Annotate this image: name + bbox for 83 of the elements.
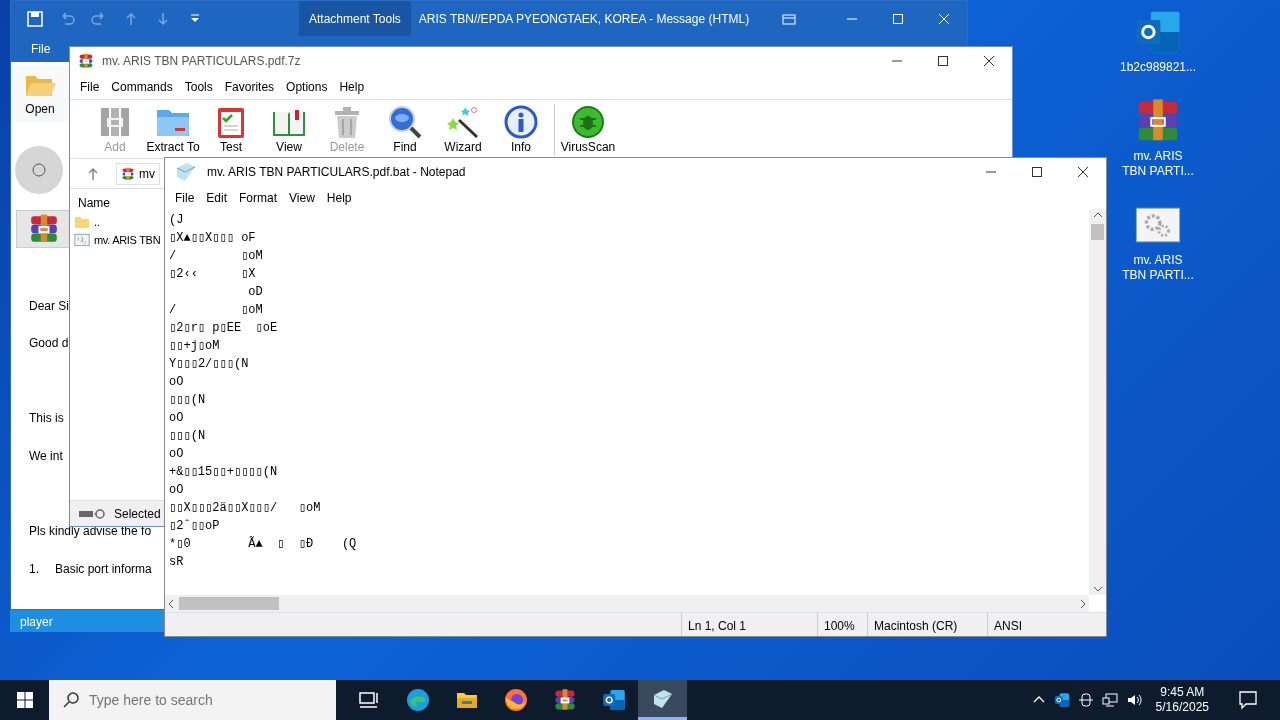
column-header[interactable]: Name <box>70 189 165 213</box>
close-icon <box>1076 166 1090 178</box>
maximize-icon <box>1030 166 1044 178</box>
taskbar-app[interactable] <box>638 680 687 720</box>
fox-globe-icon <box>503 688 528 712</box>
menu-item[interactable]: Commands <box>105 75 179 99</box>
ribbon-context-tab[interactable]: Attachment Tools <box>299 1 411 36</box>
ribbon-display-icon[interactable] <box>782 12 797 25</box>
menu-item[interactable]: Format <box>233 186 284 210</box>
menu-item[interactable]: Help <box>333 75 371 99</box>
list-number: 1. <box>29 561 39 577</box>
mail-app-icon <box>601 688 626 712</box>
status-text: Ln 1, Col 1 <box>681 613 817 636</box>
desktop-icon[interactable]: 1b2c989821... <box>1120 8 1196 75</box>
window-title: mv. ARIS TBN PARTICULARS.pdf.7z <box>102 53 301 70</box>
volume-icon[interactable] <box>1125 692 1142 708</box>
up-arrow-icon[interactable] <box>86 166 100 181</box>
horizontal-scrollbar[interactable] <box>165 595 1089 612</box>
vertical-scrollbar[interactable] <box>1089 210 1106 595</box>
status-text: ANSI <box>987 613 1077 636</box>
email-text: Basic port informa <box>55 561 152 577</box>
network-icon[interactable] <box>1101 692 1118 708</box>
info-icon[interactable] <box>503 104 539 140</box>
menu-item[interactable]: Help <box>320 186 358 210</box>
menu-item[interactable]: Edit <box>200 186 234 210</box>
browser-icon <box>405 688 430 712</box>
status-icon <box>78 507 106 520</box>
status-text: 100% <box>817 613 867 636</box>
toolbar-button[interactable]: Info <box>492 104 550 156</box>
folder-icon <box>74 214 90 230</box>
status-text: Macintosh (CR) <box>867 613 987 636</box>
path-field[interactable]: mv <box>116 162 160 185</box>
toolbar-button[interactable]: View <box>260 104 318 156</box>
email-text: Good d <box>29 335 69 351</box>
archive-icon <box>78 53 94 69</box>
clock[interactable]: 9:45 AM 5/16/2025 <box>1149 685 1215 715</box>
window-title: ARIS TBN//EPDA PYEONGTAEK, KOREA - Message (HTML) <box>418 10 750 28</box>
archive-icon <box>121 165 135 182</box>
archive-icon <box>552 688 577 712</box>
close-icon <box>982 55 996 67</box>
magnifier-icon[interactable] <box>387 104 423 140</box>
open-button[interactable]: Open <box>11 66 69 122</box>
maximize-icon <box>936 55 950 67</box>
menu-item[interactable]: File <box>169 186 201 210</box>
document-text: (J ▯X▲▯▯X▯▯▯ oF / ▯oM ▯2‹‹ ▯X oD / ▯oM ▯2▯r▯ p▯EE ▯oE ▯▯+j▯oM Y▯▯▯2/▯▯▯(N oO ▯▯▯(N oO ▯▯▯(N oO +&▯▯15▯▯+▯▯▯▯(N oO ▯▯X▯▯▯2ä▯▯X▯▯▯/ ▯oM ▯2ˆ▯▯oP *▯0 Ã▲ ▯ ▯Ð (Q sR <box>168 212 358 571</box>
save-icon[interactable] <box>27 10 43 27</box>
close-icon <box>937 12 951 25</box>
email-text: This is <box>29 410 64 426</box>
desktop-icon[interactable]: mv. ARIS TBN PARTI... <box>1120 201 1196 283</box>
toolbar-button[interactable]: Extract To <box>144 104 202 156</box>
menu-item[interactable]: Tools <box>178 75 219 99</box>
status-text: Selected <box>114 505 161 523</box>
toolbar-button[interactable]: Wizard <box>434 104 492 156</box>
toolbar-button[interactable]: Find <box>376 104 434 156</box>
attachment[interactable] <box>16 210 72 248</box>
message-icon <box>1237 690 1258 710</box>
toolbar-button[interactable]: Test <box>202 104 260 156</box>
scroll-thumb[interactable] <box>1091 224 1104 240</box>
windows-logo-icon <box>16 692 33 708</box>
email-text: We int <box>29 448 63 464</box>
menu-item[interactable]: File <box>74 75 106 99</box>
bug-icon[interactable] <box>570 104 606 140</box>
device-icon[interactable] <box>1077 692 1094 708</box>
file-row[interactable]: .. <box>70 213 165 231</box>
file-row[interactable]: mv. ARIS TBN <box>70 231 165 249</box>
task-view-icon <box>357 690 380 710</box>
desktop-icon[interactable]: mv. ARIS TBN PARTI... <box>1120 97 1196 179</box>
person-icon <box>32 163 46 177</box>
menu-item[interactable]: View <box>283 186 321 210</box>
email-text: Dear Si <box>29 298 69 314</box>
menu-item[interactable]: Options <box>280 75 334 99</box>
toolbar-button[interactable]: VirusScan <box>559 104 617 156</box>
mail-app-icon[interactable] <box>1053 692 1070 708</box>
ribbon-tab[interactable]: File <box>31 40 51 58</box>
search-icon <box>63 692 79 708</box>
archive-icon <box>28 213 60 245</box>
maximize-icon <box>891 12 905 25</box>
gear-file-icon <box>74 232 90 248</box>
menu-item[interactable]: Favorites <box>218 75 281 99</box>
search-field[interactable]: Type here to search <box>49 680 336 720</box>
window-title: mv. ARIS TBN PARTICULARS.pdf.bat - Notepad <box>207 164 466 181</box>
scroll-thumb[interactable] <box>179 597 279 610</box>
magic-wand-icon[interactable] <box>445 104 481 140</box>
